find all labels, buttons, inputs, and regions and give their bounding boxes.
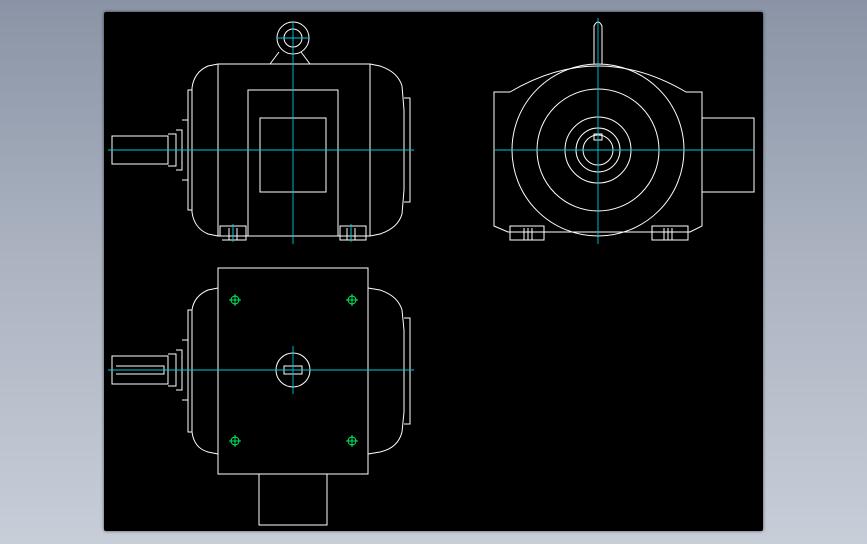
front-view[interactable]: [108, 21, 414, 244]
side-foot-left: [509, 225, 545, 241]
top-end-bell-right: [367, 287, 405, 455]
mounting-hole-top-left: [229, 294, 241, 306]
front-foot-right: [339, 225, 367, 241]
mounting-hole-top-right: [346, 294, 358, 306]
top-view[interactable]: [108, 267, 414, 526]
side-foot-right: [651, 225, 689, 241]
cad-drawing: [108, 18, 755, 526]
side-view[interactable]: [493, 18, 755, 244]
mounting-hole-bottom-right: [346, 435, 358, 447]
side-gearbox-block: [702, 117, 755, 193]
top-end-bell-left: [191, 287, 219, 455]
top-bottom-block: [258, 473, 328, 526]
mounting-hole-bottom-left: [229, 435, 241, 447]
